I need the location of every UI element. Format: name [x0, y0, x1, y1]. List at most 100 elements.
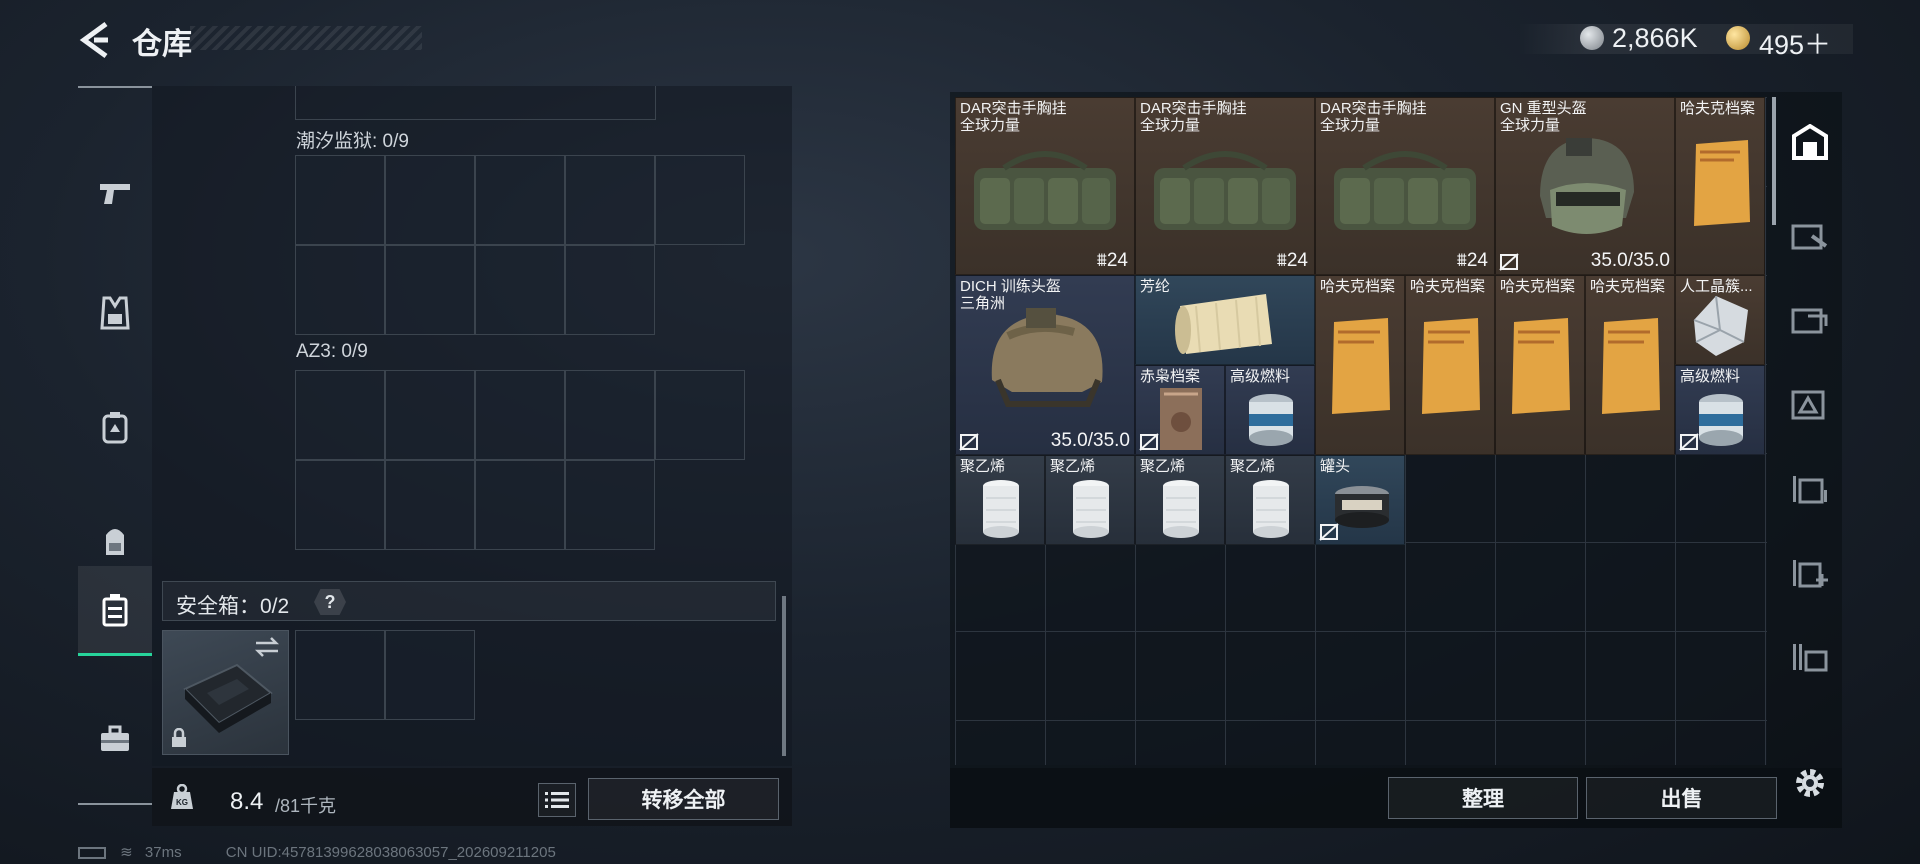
- stash-item-vest-2[interactable]: DAR突击手胸挂 全球力量 ⩩24: [1135, 97, 1315, 275]
- item-name: DICH 训练头盔: [960, 278, 1061, 295]
- weight-icon: KG: [170, 783, 194, 810]
- weight-max: /81千克: [275, 796, 337, 816]
- transfer-all-button[interactable]: 转移全部: [588, 778, 779, 820]
- stash-page-3-icon[interactable]: [1777, 362, 1843, 446]
- item-name: DAR突击手胸挂: [960, 100, 1067, 117]
- armor-icon[interactable]: [78, 382, 152, 472]
- stash-item-red-owl-file[interactable]: 赤枭档案: [1135, 365, 1225, 455]
- toolbox-icon[interactable]: [78, 694, 152, 784]
- stash-item-canned-food[interactable]: 罐头: [1315, 455, 1405, 545]
- item-sub: 全球力量: [1500, 117, 1561, 134]
- status-bar: ≋ 37ms CN UID:45781399628038063057_20260…: [78, 843, 556, 861]
- silver-coin-icon: [1580, 26, 1604, 50]
- vest-image: [1334, 151, 1476, 230]
- stash-page-1-icon[interactable]: [1777, 194, 1843, 278]
- container-label-tide-prison: 潮汐监狱: 0/9: [296, 131, 409, 152]
- stash-item-vest-3[interactable]: DAR突击手胸挂 全球力量 ⩩24: [1315, 97, 1495, 275]
- item-name: 罐头: [1320, 458, 1351, 475]
- stash-item-file-1[interactable]: 哈夫克档案: [1315, 275, 1405, 455]
- can-image: [1335, 486, 1389, 528]
- stash-item-polyethylene-3[interactable]: 聚乙烯: [1135, 455, 1225, 545]
- item-durability: 35.0/35.0: [1590, 250, 1670, 271]
- vest-image: [974, 151, 1116, 230]
- stash-item-fuel-2[interactable]: 高级燃料: [1675, 365, 1765, 455]
- no-trade-icon: [1319, 523, 1339, 541]
- lock-icon: [172, 728, 186, 747]
- pistol-icon[interactable]: [78, 148, 152, 238]
- scrollbar[interactable]: [1772, 97, 1776, 225]
- stash-page-2-icon[interactable]: [1777, 278, 1843, 362]
- stash-item-gn-helmet[interactable]: GN 重型头盔 全球力量 35.0/35.0: [1495, 97, 1675, 275]
- red-owl-file-image: [1160, 388, 1202, 450]
- item-sub: 全球力量: [960, 117, 1021, 134]
- stash-item-vest-1[interactable]: DAR突击手胸挂 全球力量 ⩩24: [955, 97, 1135, 275]
- weight-current: 8.4: [230, 788, 264, 815]
- help-button[interactable]: ?: [314, 589, 346, 615]
- stash-item-fuel-1[interactable]: 高级燃料: [1225, 365, 1315, 455]
- file-image: [1512, 318, 1570, 414]
- stash-item-crystal[interactable]: 人工晶簇...: [1675, 275, 1765, 365]
- stash-item-polyethylene-2[interactable]: 聚乙烯: [1045, 455, 1135, 545]
- item-name: 高级燃料: [1230, 368, 1291, 385]
- stash-item-file-4[interactable]: 哈夫克档案: [1585, 275, 1675, 455]
- sell-button[interactable]: 出售: [1586, 777, 1777, 819]
- item-count: ⩩24: [1276, 250, 1308, 271]
- polyethylene-image: [983, 480, 1019, 538]
- ping-text: 37ms: [144, 844, 182, 861]
- equipment-tabs: [78, 86, 152, 804]
- stash-item-file-2[interactable]: 哈夫克档案: [1405, 275, 1495, 455]
- crystal-image: [1693, 295, 1748, 356]
- item-name: 聚乙烯: [1050, 458, 1096, 475]
- item-sub: 全球力量: [1320, 117, 1381, 134]
- safe-box-icon[interactable]: [78, 566, 152, 656]
- stash-home-icon[interactable]: [1777, 100, 1843, 184]
- item-name: DAR突击手胸挂: [1320, 100, 1427, 117]
- stash-item-polyethylene-1[interactable]: 聚乙烯: [955, 455, 1045, 545]
- wifi-icon: ≋: [120, 844, 133, 861]
- uid-text: CN UID:45781399628038063057_202609211205: [225, 844, 556, 861]
- gold-amount[interactable]: 495＋: [1759, 23, 1831, 62]
- stash-page-tabs: [1777, 100, 1843, 760]
- stash-item-file-3[interactable]: 哈夫克档案: [1495, 275, 1585, 455]
- polyethylene-image: [1163, 480, 1199, 538]
- scrollbar[interactable]: [782, 596, 786, 756]
- back-icon[interactable]: [78, 20, 114, 60]
- stash-add-icon[interactable]: [1777, 530, 1843, 614]
- stash-item-polyethylene-4[interactable]: 聚乙烯: [1225, 455, 1315, 545]
- svg-text:KG: KG: [176, 798, 188, 807]
- list-icon: [545, 792, 569, 808]
- tab-divider: [78, 803, 152, 805]
- gear-icon[interactable]: [1790, 763, 1830, 803]
- item-name: 聚乙烯: [1140, 458, 1186, 475]
- item-name: 聚乙烯: [1230, 458, 1276, 475]
- container-slot-edge: [295, 86, 656, 120]
- item-name: 哈夫克档案: [1410, 278, 1486, 295]
- stash-page-5-icon[interactable]: [1777, 614, 1843, 698]
- list-view-button[interactable]: [538, 783, 576, 817]
- page-title: 仓库: [132, 28, 192, 61]
- stash-item-aramid[interactable]: 芳纶: [1135, 275, 1315, 365]
- item-name: GN 重型头盔: [1500, 100, 1587, 117]
- item-name: 人工晶簇...: [1680, 278, 1753, 295]
- file-image: [1694, 140, 1750, 226]
- stash-page-4-icon[interactable]: [1777, 446, 1843, 530]
- item-count: ⩩24: [1456, 250, 1488, 271]
- fuel-can-image: [1249, 394, 1293, 446]
- container-label-az3: AZ3: 0/9: [296, 341, 368, 362]
- item-name: 赤枭档案: [1140, 368, 1201, 385]
- file-image: [1332, 318, 1390, 414]
- safe-box-case[interactable]: [162, 630, 289, 755]
- swap-icon[interactable]: [254, 637, 280, 657]
- stash-item-file-top[interactable]: 哈夫克档案: [1675, 97, 1765, 275]
- vest-icon[interactable]: [78, 268, 152, 358]
- gold-coin-icon: [1726, 26, 1750, 50]
- item-durability: 35.0/35.0: [1050, 430, 1130, 451]
- no-trade-icon: [1679, 433, 1699, 451]
- item-name: 哈夫克档案: [1320, 278, 1396, 295]
- silver-amount: 2,866K: [1612, 23, 1698, 53]
- item-name: 高级燃料: [1680, 368, 1741, 385]
- sort-button[interactable]: 整理: [1388, 777, 1578, 819]
- stash-item-dich-helmet[interactable]: DICH 训练头盔 三角洲 35.0/35.0: [955, 275, 1135, 455]
- item-name: 芳纶: [1140, 278, 1171, 295]
- item-name: 聚乙烯: [960, 458, 1006, 475]
